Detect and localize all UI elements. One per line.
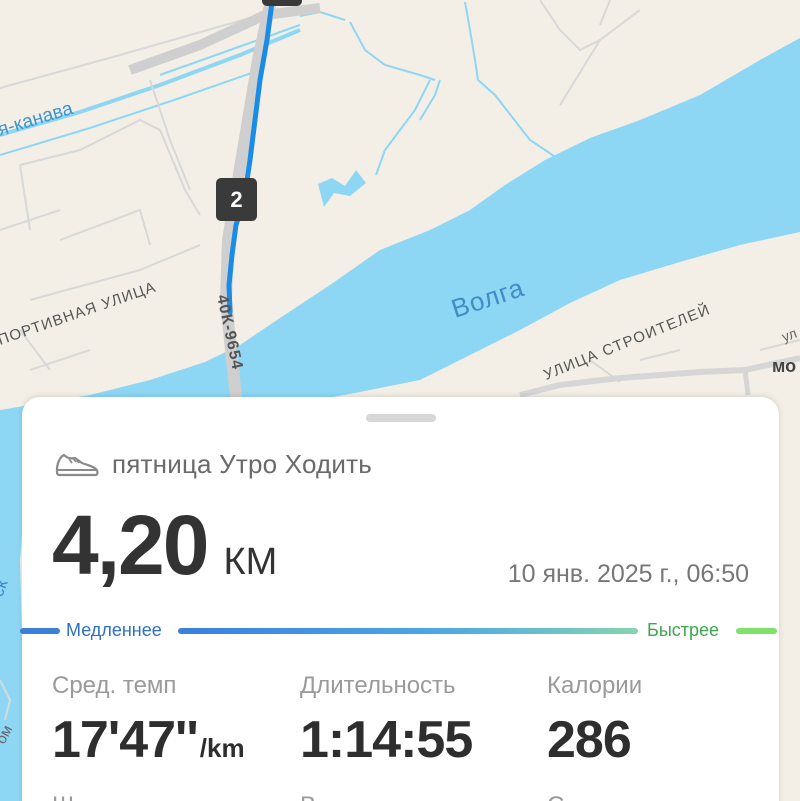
- route-marker-2-label: 2: [230, 187, 242, 212]
- pace-scale: Медленнее Быстрее: [20, 620, 779, 641]
- next-stat-1-label: Ш: [52, 792, 74, 801]
- stat-avg-pace-unit: /km: [199, 733, 245, 763]
- road-branch: [742, 369, 751, 396]
- shoe-icon: [55, 453, 99, 477]
- stat-calories-value: 286: [547, 711, 632, 769]
- activity-summary-sheet[interactable]: пятница Утро Ходить 4,20 КМ 10 янв. 2025…: [20, 397, 779, 801]
- map-label-fragment-right: мо: [772, 356, 796, 376]
- distance-unit: КМ: [223, 541, 278, 583]
- pace-scale-slow-segment: [20, 628, 60, 634]
- stat-calories-label: Калории: [547, 672, 643, 699]
- pace-scale-slow-label: Медленнее: [66, 620, 162, 640]
- next-stat-2: В: [300, 792, 420, 801]
- distance: 4,20 КМ: [52, 497, 277, 594]
- sheet-drag-handle[interactable]: [366, 414, 436, 422]
- stat-avg-pace: Сред. темп 17'47''/km: [52, 672, 245, 770]
- activity-header: пятница Утро Ходить: [54, 447, 372, 481]
- next-stat-2-label: В: [300, 792, 316, 801]
- route-marker-1[interactable]: [262, 0, 302, 6]
- activity-datetime: 10 янв. 2025 г., 06:50: [507, 560, 749, 588]
- distance-value: 4,20: [52, 498, 209, 592]
- stat-avg-pace-number: 17'47'': [52, 711, 199, 769]
- stat-avg-pace-value: 17'47''/km: [52, 710, 245, 770]
- activity-title: пятница Утро Ходить: [112, 448, 372, 479]
- next-stat-3-label: С: [547, 792, 564, 801]
- pace-scale-fast-label: Быстрее: [647, 620, 720, 640]
- stat-duration-value: 1:14:55: [300, 711, 473, 769]
- next-stat-1: Ш: [52, 792, 172, 801]
- next-stat-3: С: [547, 792, 667, 801]
- stat-duration: Длительность 1:14:55: [300, 672, 473, 770]
- pace-scale-gradient: [178, 628, 638, 634]
- stat-calories: Калории 286: [547, 672, 642, 770]
- pace-scale-fast-segment: [736, 628, 777, 634]
- stat-avg-pace-label: Сред. темп: [52, 672, 177, 699]
- stat-duration-label: Длительность: [300, 672, 456, 699]
- route-marker-2[interactable]: 2: [216, 178, 257, 221]
